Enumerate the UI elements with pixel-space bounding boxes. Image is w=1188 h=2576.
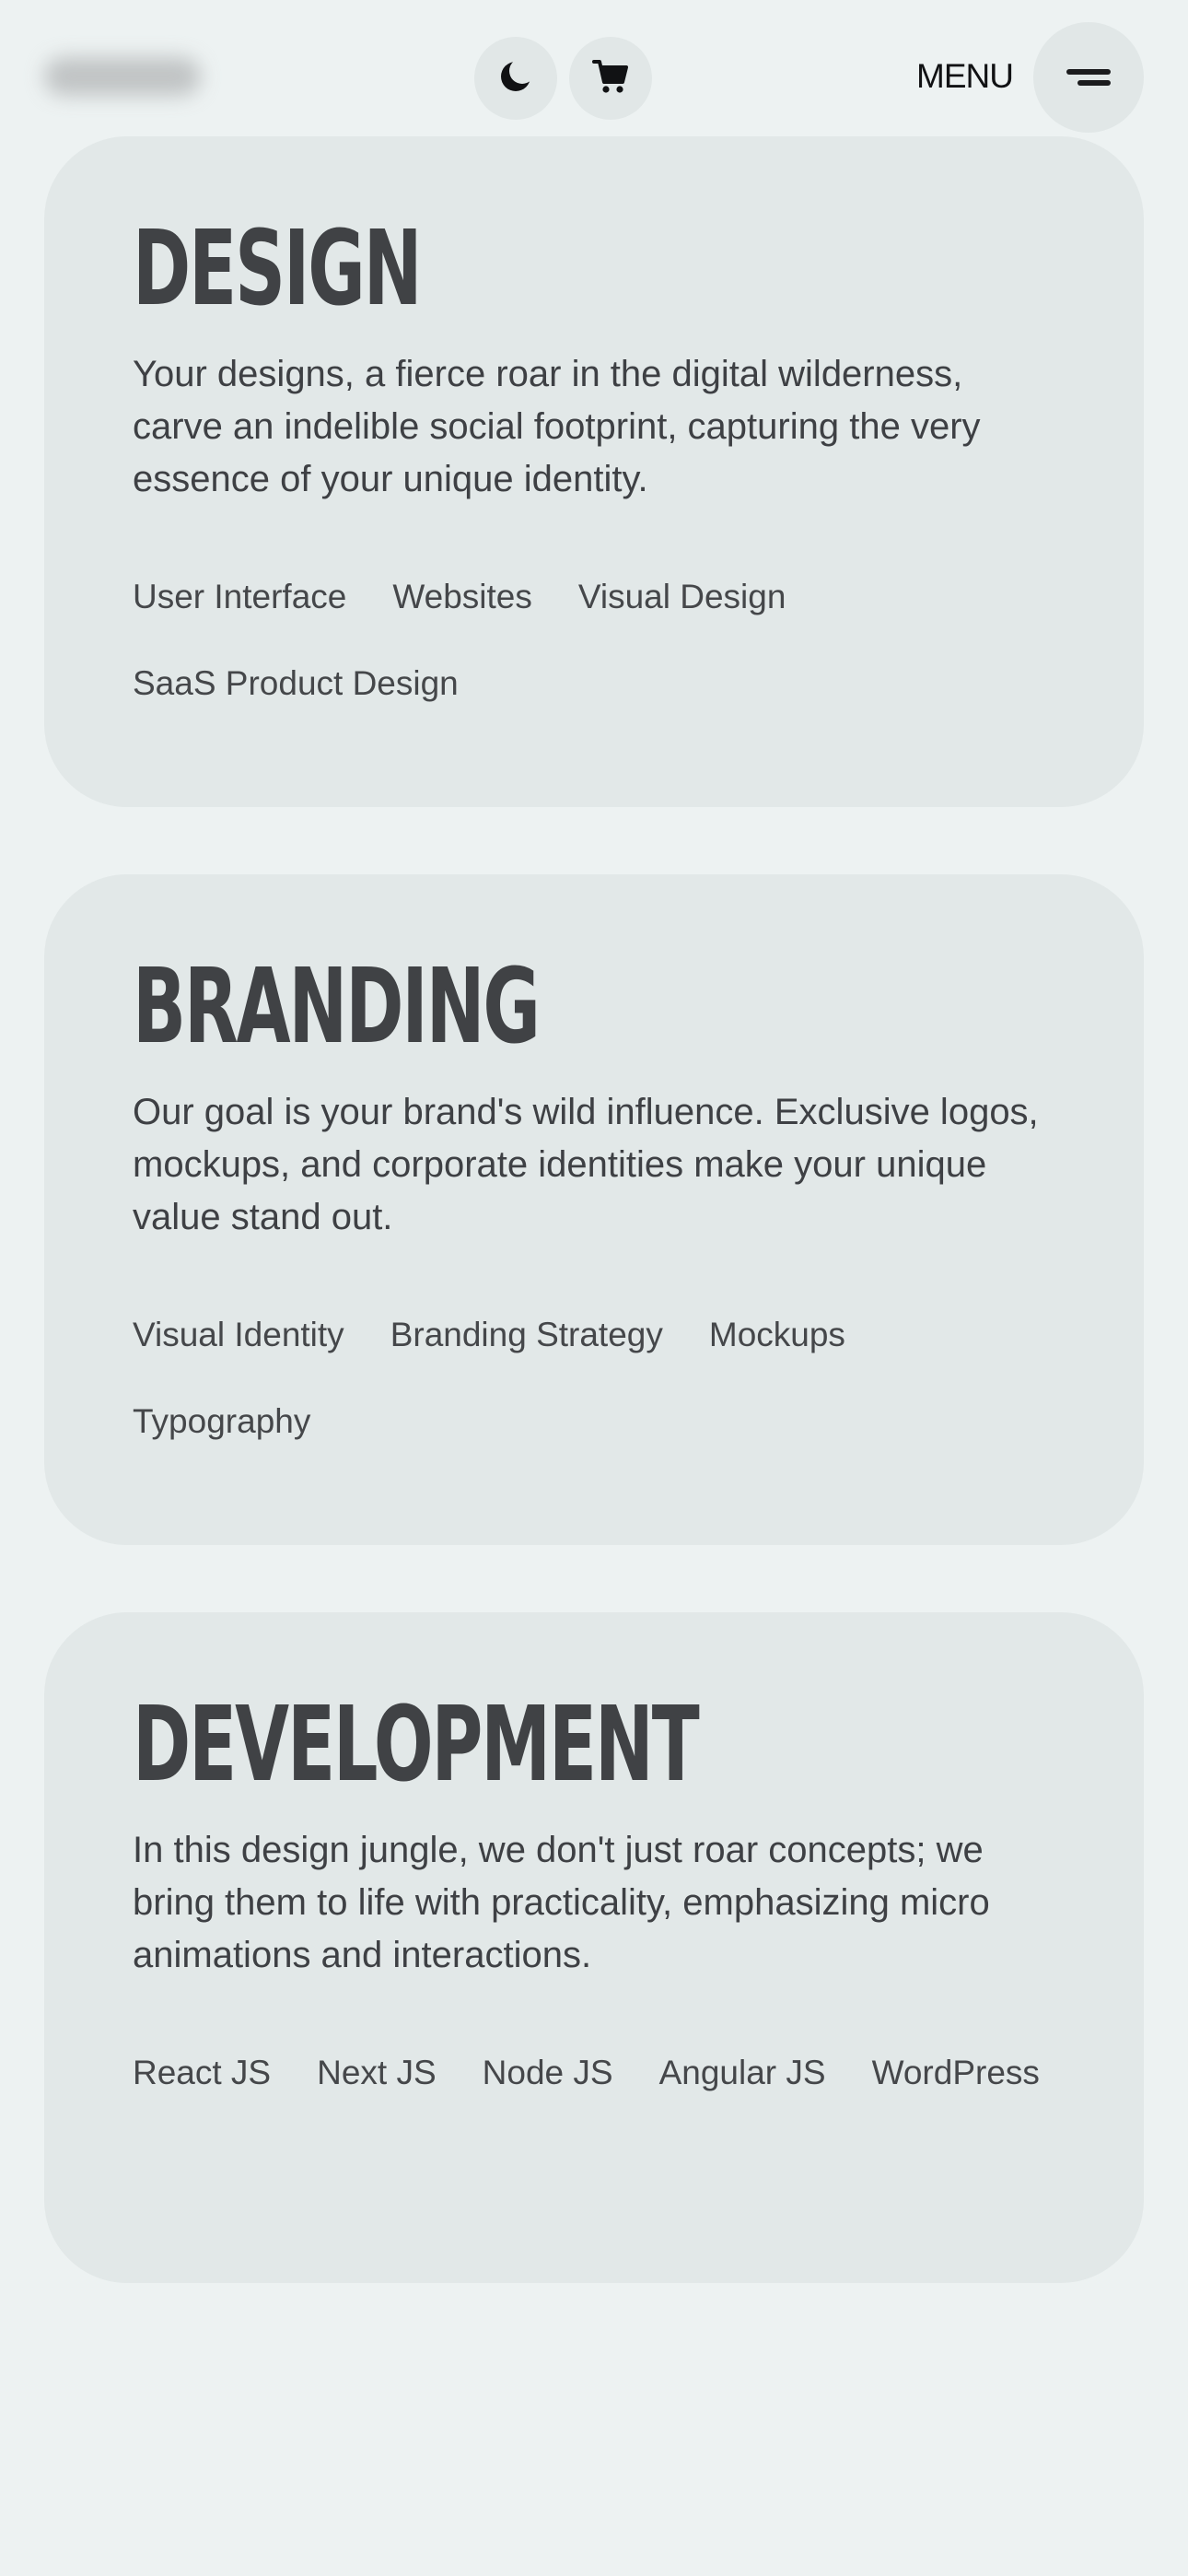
service-tag[interactable]: Typography [133,1397,310,1446]
cart-icon [590,56,631,100]
menu-button[interactable] [1033,22,1144,133]
service-tag[interactable]: Next JS [317,2048,437,2098]
service-title: BRANDING [133,947,541,1067]
service-title: DEVELOPMENT [133,1685,700,1805]
service-tags: Visual Identity Branding Strategy Mockup… [133,1310,1063,1446]
service-card-development: DEVELOPMENT In this design jungle, we do… [44,1612,1144,2283]
service-tag[interactable]: Websites [392,572,532,622]
service-tag[interactable]: SaaS Product Design [133,659,459,708]
cart-button[interactable] [569,37,652,120]
moon-icon [498,58,535,98]
service-tag[interactable]: Visual Identity [133,1310,344,1360]
service-tag[interactable]: Visual Design [578,572,786,622]
service-description: Our goal is your brand's wild influence.… [133,1092,1039,1237]
menu-label[interactable]: MENU [916,53,1014,100]
service-title: DESIGN [133,209,422,329]
service-tag[interactable]: Angular JS [659,2048,826,2098]
service-tag[interactable]: WordPress [872,2048,1040,2098]
menu-bar-top [1066,69,1111,75]
service-description: In this design jungle, we don't just roa… [133,1830,990,1975]
service-tag[interactable]: Branding Strategy [390,1310,663,1360]
service-tag[interactable]: User Interface [133,572,346,622]
service-tag[interactable]: Node JS [483,2048,613,2098]
service-card-design: DESIGN Your designs, a fierce roar in th… [44,136,1144,807]
service-description: Your designs, a fierce roar in the digit… [133,354,981,499]
theme-toggle-button[interactable] [474,37,557,120]
menu-bar-bottom [1077,80,1111,86]
service-card-branding: BRANDING Our goal is your brand's wild i… [44,874,1144,1545]
service-tags: User Interface Websites Visual Design Sa… [133,572,1063,708]
logo[interactable] [44,57,201,96]
service-tags: React JS Next JS Node JS Angular JS Word… [133,2048,1063,2098]
service-tag[interactable]: Mockups [709,1310,845,1360]
service-tag[interactable]: React JS [133,2048,271,2098]
